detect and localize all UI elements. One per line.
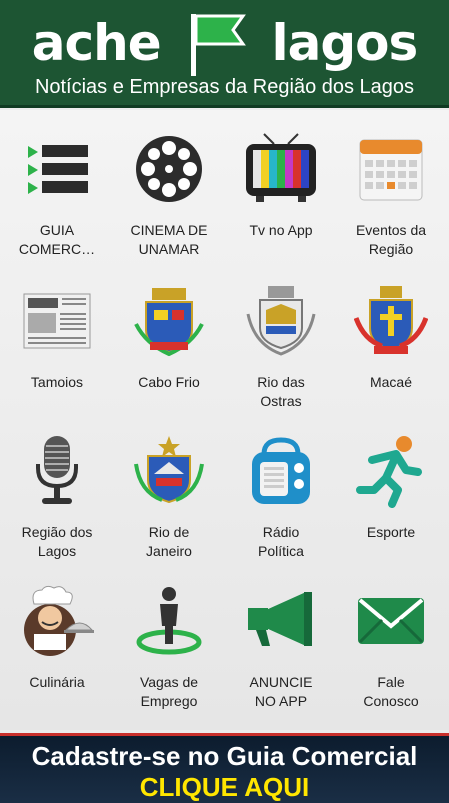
- coat-of-arms-icon: [354, 286, 428, 354]
- tile-label: Região dos Lagos: [21, 524, 93, 559]
- tile-label: Tv no App: [249, 222, 313, 238]
- tile-regiao-dos-lagos[interactable]: Região dos Lagos: [2, 412, 112, 562]
- brand-word-left: ache: [31, 14, 162, 72]
- coat-of-arms-icon: [246, 286, 316, 356]
- person-icon: [136, 587, 202, 655]
- banner-cta[interactable]: CLIQUE AQUI: [0, 772, 449, 802]
- tile-rio-de-janeiro[interactable]: Rio de Janeiro: [114, 412, 224, 562]
- brand-logo[interactable]: ache lagos: [0, 8, 449, 78]
- tile-label: Rio de Janeiro: [146, 524, 192, 559]
- tile-label: GUIA COMERC…: [18, 222, 96, 257]
- tile-guia-comercial[interactable]: GUIA COMERC…: [2, 110, 112, 260]
- tile-anuncie-no-app[interactable]: ANUNCIE NO APP: [226, 562, 336, 712]
- flag-icon: [191, 14, 246, 76]
- film-reel-icon: [136, 136, 202, 202]
- coat-of-arms-icon: [134, 436, 204, 504]
- tile-vagas-de-emprego[interactable]: Vagas de Emprego: [114, 562, 224, 712]
- tile-rio-das-ostras[interactable]: Rio das Ostras: [226, 262, 336, 412]
- menu-grid: GUIA COMERC… CINEMA DE UNAMAR Tv no App: [0, 110, 449, 730]
- brand-word-right: lagos: [271, 14, 418, 72]
- tile-label: Eventos da Região: [355, 222, 427, 257]
- tile-label: Vagas de Emprego: [139, 674, 199, 709]
- tile-esporte[interactable]: Esporte: [336, 412, 446, 562]
- tv-icon: [246, 133, 316, 202]
- tile-label: Rio das Ostras: [257, 374, 305, 409]
- tile-cabo-frio[interactable]: Cabo Frio: [114, 262, 224, 412]
- tile-label: CINEMA DE UNAMAR: [130, 222, 208, 257]
- radio-icon: [252, 437, 310, 504]
- tile-label: ANUNCIE NO APP: [249, 674, 313, 709]
- list-icon: [28, 145, 88, 194]
- tile-tamoios[interactable]: Tamoios: [2, 262, 112, 412]
- tile-fale-conosco[interactable]: Fale Conosco: [336, 562, 446, 712]
- tile-culinaria[interactable]: Culinária: [2, 562, 112, 712]
- tile-tv[interactable]: Tv no App: [226, 110, 336, 260]
- tile-label: Fale Conosco: [363, 674, 419, 709]
- tagline: Notícias e Empresas da Região dos Lagos: [34, 76, 415, 98]
- tile-cinema[interactable]: CINEMA DE UNAMAR: [114, 110, 224, 260]
- tile-label: Esporte: [366, 524, 416, 540]
- tile-label: Culinária: [29, 674, 85, 690]
- tile-label: Cabo Frio: [138, 374, 200, 390]
- calendar-icon: [359, 139, 423, 201]
- chef-icon: [24, 585, 94, 656]
- newspaper-icon: [23, 293, 91, 349]
- runner-icon: [356, 436, 422, 508]
- envelope-icon: [358, 598, 424, 644]
- tile-label: Rádio Política: [258, 524, 304, 559]
- coat-of-arms-icon: [134, 288, 204, 357]
- microphone-icon: [36, 436, 78, 504]
- tile-radio-politica[interactable]: Rádio Política: [226, 412, 336, 562]
- banner-title: Cadastre-se no Guia Comercial: [31, 741, 418, 771]
- tile-label: Macaé: [369, 374, 413, 390]
- tile-macae[interactable]: Macaé: [336, 262, 446, 412]
- register-banner[interactable]: Cadastre-se no Guia Comercial CLIQUE AQU…: [0, 733, 449, 803]
- megaphone-icon: [248, 592, 312, 646]
- tile-label: Tamoios: [30, 374, 84, 390]
- app-header: ache lagos Notícias e Empresas da Região…: [0, 0, 449, 108]
- tile-eventos[interactable]: Eventos da Região: [336, 110, 446, 260]
